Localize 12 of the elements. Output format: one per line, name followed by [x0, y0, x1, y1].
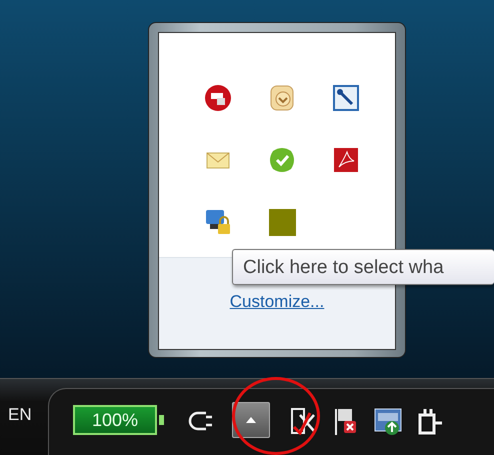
triangle-icon: [245, 416, 257, 424]
show-hidden-icons-button[interactable]: [232, 402, 270, 438]
customize-link[interactable]: Customize...: [230, 292, 324, 312]
language-indicator[interactable]: EN: [8, 405, 48, 425]
disc-icon[interactable]: [203, 83, 233, 113]
tooltip: Click here to select wha: [232, 249, 494, 285]
square-icon[interactable]: [267, 207, 297, 237]
document-icon[interactable]: [331, 145, 361, 175]
computer-lock-icon[interactable]: [203, 207, 233, 237]
wrench-icon[interactable]: [331, 83, 361, 113]
check-icon[interactable]: [267, 145, 297, 175]
battery-reading: 100%: [90, 408, 140, 432]
